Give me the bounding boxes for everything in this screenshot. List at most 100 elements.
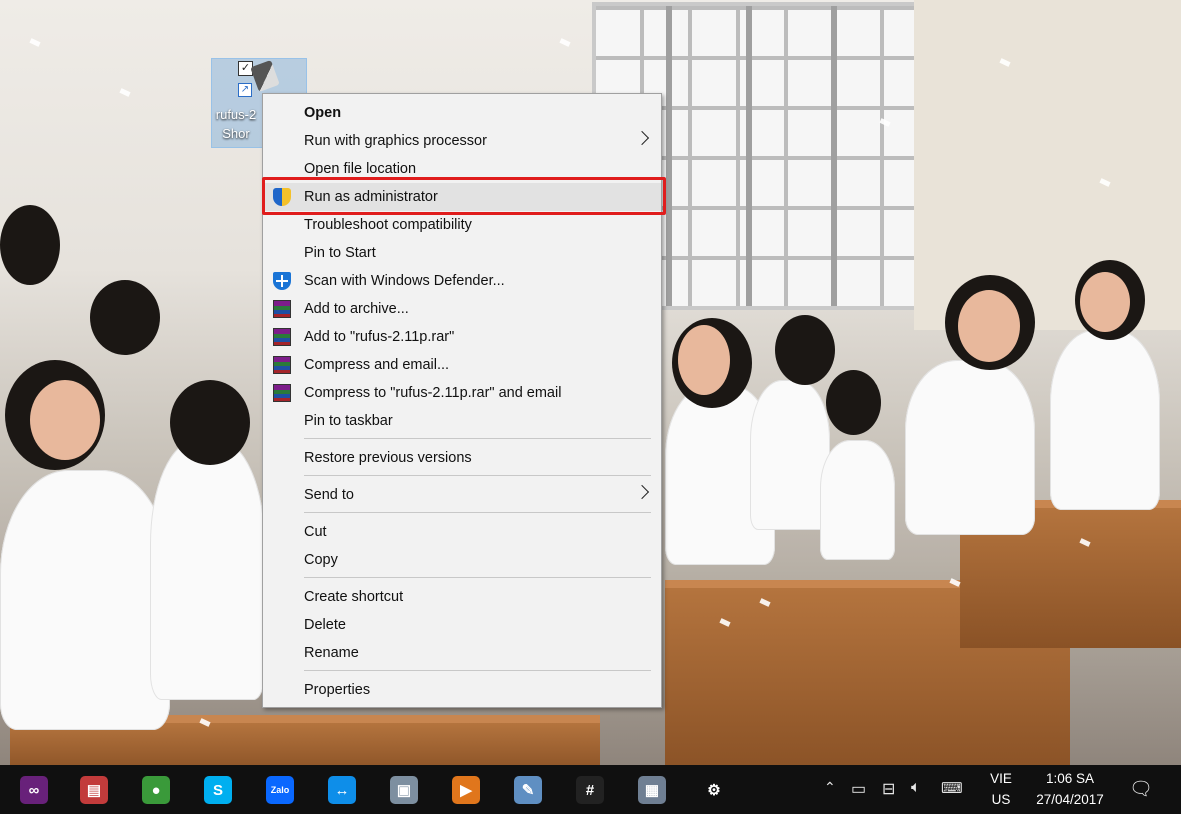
shortcut-arrow-icon: ↗ (238, 83, 252, 97)
wallpaper-confetti (119, 88, 131, 97)
menu-item-pin-to-taskbar[interactable]: Pin to taskbar (263, 407, 661, 435)
menu-item-pin-to-start[interactable]: Pin to Start (263, 239, 661, 267)
menu-item-label: Delete (304, 617, 346, 633)
wallpaper-student (170, 380, 250, 465)
menu-item-label: Add to archive... (304, 301, 409, 317)
taskbar-app-button[interactable]: ▶ (444, 770, 488, 810)
menu-item-label: Troubleshoot compatibility (304, 217, 472, 233)
settings-gear-icon: ⚙ (700, 776, 728, 804)
menu-item-compress-to-rar-and-email[interactable]: Compress to "rufus-2.11p.rar" and email (263, 379, 661, 407)
menu-item-label: Send to (304, 487, 354, 503)
clock[interactable]: 1:06 SA 27/04/2017 (1025, 768, 1115, 810)
slack-icon: # (576, 776, 604, 804)
menu-item-copy[interactable]: Copy (263, 546, 661, 574)
menu-item-label: Scan with Windows Defender... (304, 273, 505, 289)
winrar-icon (273, 328, 291, 346)
menu-separator (304, 512, 651, 513)
menu-item-label: Properties (304, 682, 371, 698)
monitor-app-icon: ▣ (390, 776, 418, 804)
menu-item-scan-with-windows-defender[interactable]: Scan with Windows Defender... (263, 267, 661, 295)
menu-item-label: Restore previous versions (304, 450, 472, 466)
usb-drive-icon (250, 60, 280, 92)
taskbar-app-button[interactable]: ● (134, 770, 178, 810)
menu-item-properties[interactable]: Properties (263, 676, 661, 704)
wallpaper-student (958, 290, 1020, 362)
wallpaper-student (150, 440, 265, 700)
language-code: VIE (990, 771, 1012, 786)
keyboard-layout-code: US (991, 792, 1011, 807)
wallpaper-confetti (559, 38, 571, 47)
taskbar: ∞ ▤ ● S Zalo ↔ ▣ ▶ ✎ # ▦ ⚙ ⌃ ▭ ⊟ 🔈︎ ⌨ VIE US 1:06 S… (0, 765, 1181, 814)
menu-item-send-to[interactable]: Send to (263, 481, 661, 509)
taskbar-app-button[interactable]: S (196, 770, 240, 810)
taskbar-app-button[interactable]: ▦ (630, 770, 674, 810)
wallpaper-student (90, 280, 160, 355)
input-language-indicator[interactable]: VIE US (984, 768, 1018, 810)
winrar-taskbar-icon: ▤ (80, 776, 108, 804)
taskbar-app-button[interactable]: ▤ (72, 770, 116, 810)
wallpaper-student (0, 470, 170, 730)
taskbar-app-button[interactable]: ∞ (12, 770, 56, 810)
wallpaper-student (826, 370, 881, 435)
wallpaper-student (678, 325, 730, 395)
menu-separator (304, 475, 651, 476)
menu-item-label: Rename (304, 645, 359, 661)
menu-item-label: Pin to Start (304, 245, 376, 261)
menu-item-compress-and-email[interactable]: Compress and email... (263, 351, 661, 379)
menu-item-restore-previous-versions[interactable]: Restore previous versions (263, 444, 661, 472)
notepad-icon: ✎ (514, 776, 542, 804)
wallpaper-student (905, 360, 1035, 535)
network-icon[interactable]: ⊟ (882, 779, 895, 799)
menu-item-label: Add to "rufus-2.11p.rar" (304, 329, 455, 345)
chevron-right-icon (634, 130, 650, 146)
skype-icon: S (204, 776, 232, 804)
taskbar-app-button[interactable]: ✎ (506, 770, 550, 810)
taskbar-app-button[interactable]: ⚙ (692, 770, 736, 810)
wallpaper-student (1050, 330, 1160, 510)
menu-separator (304, 670, 651, 671)
winrar-icon (273, 384, 291, 402)
menu-separator (304, 577, 651, 578)
menu-item-create-shortcut[interactable]: Create shortcut (263, 583, 661, 611)
menu-item-troubleshoot-compatibility[interactable]: Troubleshoot compatibility (263, 211, 661, 239)
keyboard-icon[interactable]: ⌨ (941, 779, 963, 797)
menu-item-rename[interactable]: Rename (263, 639, 661, 667)
wallpaper-student (750, 380, 830, 530)
menu-item-label: Open (304, 105, 342, 121)
taskbar-app-button[interactable]: ▣ (382, 770, 426, 810)
clock-time: 1:06 SA (1045, 771, 1095, 786)
taskbar-app-button[interactable]: ↔ (320, 770, 364, 810)
menu-separator (304, 438, 651, 439)
clock-date: 27/04/2017 (1036, 792, 1104, 807)
wallpaper-student (775, 315, 835, 385)
wallpaper-student (30, 380, 100, 460)
wallpaper-student (0, 205, 60, 285)
wallpaper-student (820, 440, 895, 560)
menu-item-run-with-graphics-processor[interactable]: Run with graphics processor (263, 127, 661, 155)
battery-icon[interactable]: ▭ (851, 779, 866, 799)
menu-item-delete[interactable]: Delete (263, 611, 661, 639)
wallpaper-confetti (29, 38, 41, 47)
wallpaper-student (1080, 272, 1130, 332)
menu-item-label: Compress and email... (304, 357, 450, 373)
teamviewer-icon: ↔ (328, 776, 356, 804)
menu-item-add-to-archive[interactable]: Add to archive... (263, 295, 661, 323)
menu-item-label: Cut (304, 524, 327, 540)
menu-item-open[interactable]: Open (263, 99, 661, 127)
zalo-icon: Zalo (266, 776, 294, 804)
internet-download-manager-icon: ● (142, 776, 170, 804)
menu-item-cut[interactable]: Cut (263, 518, 661, 546)
menu-item-add-to-rar[interactable]: Add to "rufus-2.11p.rar" (263, 323, 661, 351)
menu-item-label: Copy (304, 552, 338, 568)
winrar-icon (273, 356, 291, 374)
menu-item-label: Create shortcut (304, 589, 404, 605)
chevron-right-icon (634, 484, 650, 500)
volume-icon[interactable]: 🔈︎ (911, 779, 921, 797)
taskbar-app-button[interactable]: Zalo (258, 770, 302, 810)
winrar-icon (273, 300, 291, 318)
chevron-up-icon[interactable]: ⌃ (824, 779, 836, 796)
media-player-icon: ▶ (452, 776, 480, 804)
taskbar-app-button[interactable]: # (568, 770, 612, 810)
action-center-icon[interactable]: 🗨︎ (1129, 777, 1153, 801)
visual-studio-icon: ∞ (20, 776, 48, 804)
